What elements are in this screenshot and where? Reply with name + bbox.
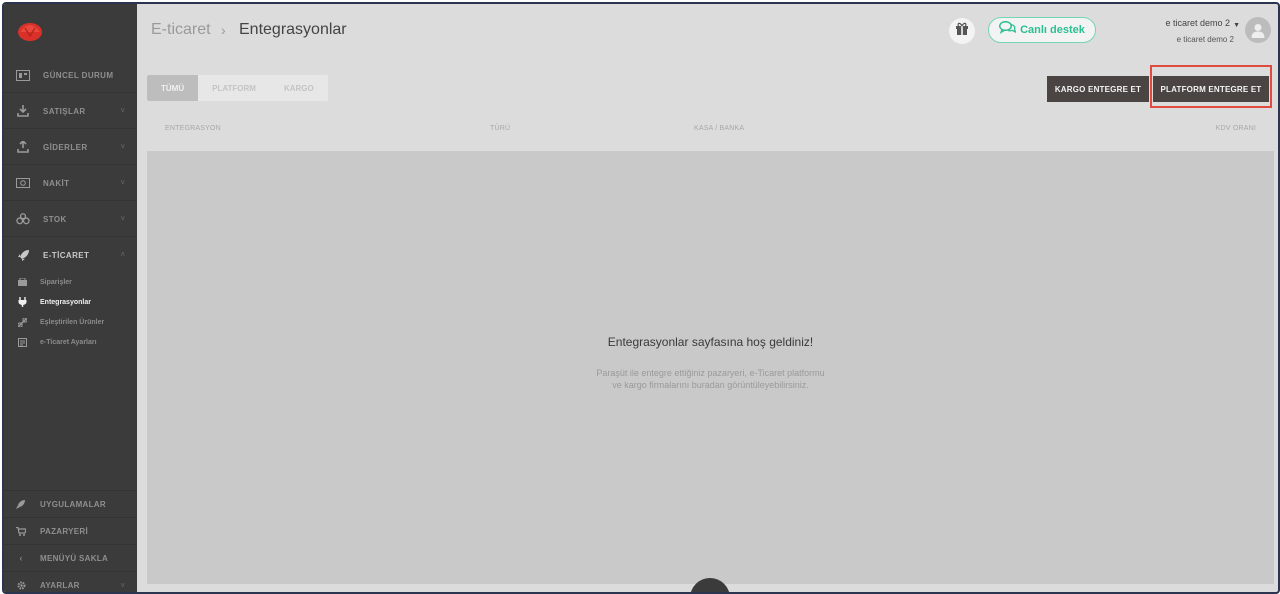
boxes-icon (16, 212, 30, 226)
chevron-down-icon: ˅ (120, 580, 125, 590)
sidebar-item-e-ticaret[interactable]: E-TİCARET ˄ (4, 238, 137, 272)
column-header-entegrasyon[interactable]: ENTEGRASYON (165, 125, 221, 132)
filter-tabs: TÜMÜ PLATFORM KARGO (147, 75, 328, 101)
chevron-down-icon: ˅ (120, 178, 125, 187)
sidebar-item-label: NAKİT (43, 178, 70, 188)
sidebar-subitem-eslestirilen-urunler[interactable]: Eşleştirilen Ürünler (4, 313, 137, 331)
sidebar: GÜNCEL DURUM SATIŞLAR ˅ GİDERLER ˅ NAKİT… (4, 4, 137, 592)
upload-icon (16, 140, 30, 154)
sidebar-item-label: AYARLAR (40, 580, 80, 590)
tab-tumu[interactable]: TÜMÜ (147, 75, 199, 101)
column-header-kdv-orani[interactable]: KDV ORANI (1216, 125, 1256, 132)
sidebar-item-label: MENÜYÜ SAKLA (40, 553, 109, 563)
chat-icon (999, 20, 1017, 39)
sidebar-subitem-siparisler[interactable]: Siparişler (4, 273, 137, 291)
chevron-down-icon: ˅ (120, 142, 125, 151)
divider (4, 544, 137, 545)
divider (4, 490, 137, 491)
sidebar-item-uygulamalar[interactable]: UYGULAMALAR (4, 492, 137, 516)
settings-list-icon (17, 337, 27, 347)
user-name[interactable]: e ticaret demo 2 (1165, 18, 1230, 28)
sidebar-subitem-label: Siparişler (40, 278, 72, 286)
page-title: Entegrasyonlar (239, 21, 347, 38)
divider (4, 236, 137, 237)
tab-platform[interactable]: PLATFORM (198, 75, 270, 101)
sidebar-item-label: SATIŞLAR (43, 106, 86, 116)
breadcrumb-root[interactable]: E-ticaret (151, 21, 211, 39)
empty-state-desc-line2: ve kargo firmalarını buradan görüntüleye… (612, 380, 809, 390)
chevron-down-icon: ˅ (120, 106, 125, 115)
plug-icon (17, 297, 27, 307)
cart-icon (16, 526, 26, 536)
sidebar-subitem-label: e-Ticaret Ayarları (40, 338, 97, 346)
kargo-entegre-et-button[interactable]: KARGO ENTEGRE ET (1047, 76, 1149, 102)
divider (4, 128, 137, 129)
divider (4, 517, 137, 518)
live-support-button[interactable]: Canlı destek (988, 17, 1096, 43)
avatar[interactable] (1245, 17, 1271, 43)
link-icon (17, 317, 27, 327)
sidebar-item-guncel-durum[interactable]: GÜNCEL DURUM (4, 58, 137, 92)
sidebar-item-label: UYGULAMALAR (40, 499, 106, 509)
sidebar-item-menuyu-sakla[interactable]: ‹ MENÜYÜ SAKLA (4, 546, 137, 570)
chevron-down-icon: ˅ (120, 214, 125, 223)
gift-icon (955, 22, 969, 40)
column-header-turu[interactable]: TÜRÜ (490, 125, 510, 132)
table-body: Entegrasyonlar sayfasına hoş geldiniz! P… (147, 151, 1274, 584)
sidebar-item-label: GİDERLER (43, 142, 88, 152)
sidebar-subitem-eticaret-ayarlari[interactable]: e-Ticaret Ayarları (4, 333, 137, 351)
sidebar-item-label: STOK (43, 214, 67, 224)
sidebar-subitem-label: Eşleştirilen Ürünler (40, 318, 105, 326)
sidebar-subitem-entegrasyonlar[interactable]: Entegrasyonlar (4, 293, 137, 311)
sidebar-item-label: GÜNCEL DURUM (43, 70, 114, 80)
sidebar-item-satislar[interactable]: SATIŞLAR ˅ (4, 94, 137, 128)
gear-icon (16, 580, 26, 590)
sidebar-item-nakit[interactable]: NAKİT ˅ (4, 166, 137, 200)
empty-state-description: Paraşüt ile entegre ettiğiniz pazaryeri,… (147, 367, 1274, 391)
live-support-label: Canlı destek (1020, 24, 1085, 36)
sidebar-item-label: PAZARYERİ (40, 526, 89, 536)
divider (4, 92, 137, 93)
tab-kargo[interactable]: KARGO (270, 75, 328, 101)
collapse-icon: ‹ (19, 553, 23, 563)
highlight-box (1150, 65, 1272, 108)
sidebar-item-label: E-TİCARET (43, 250, 90, 260)
parasut-logo[interactable] (16, 20, 44, 42)
divider (4, 200, 137, 201)
order-icon (17, 277, 27, 287)
dashboard-icon (16, 68, 30, 82)
empty-state-title: Entegrasyonlar sayfasına hoş geldiniz! (607, 335, 814, 349)
sidebar-item-ayarlar[interactable]: AYARLAR ˅ (4, 573, 137, 592)
breadcrumb-separator: › (221, 22, 226, 38)
header: E-ticaret › Entegrasyonlar Canlı destek … (137, 4, 1278, 60)
empty-state-desc-line1: Paraşüt ile entegre ettiğiniz pazaryeri,… (596, 368, 825, 378)
sidebar-item-stok[interactable]: STOK ˅ (4, 202, 137, 236)
user-company: e ticaret demo 2 (1176, 35, 1234, 44)
download-icon (16, 104, 30, 118)
app-frame: GÜNCEL DURUM SATIŞLAR ˅ GİDERLER ˅ NAKİT… (2, 2, 1280, 594)
rocket-icon (16, 248, 30, 262)
sidebar-item-pazaryeri[interactable]: PAZARYERİ (4, 519, 137, 543)
sidebar-subitem-label: Entegrasyonlar (40, 298, 91, 306)
sidebar-item-giderler[interactable]: GİDERLER ˅ (4, 130, 137, 164)
gift-button[interactable] (949, 18, 975, 44)
caret-down-icon[interactable]: ▼ (1233, 22, 1240, 29)
divider (4, 164, 137, 165)
divider (4, 571, 137, 572)
cash-icon (16, 176, 30, 190)
apps-icon (16, 499, 26, 509)
column-header-kasa-banka[interactable]: KASA / BANKA (694, 125, 744, 132)
chevron-up-icon: ˄ (120, 250, 125, 259)
